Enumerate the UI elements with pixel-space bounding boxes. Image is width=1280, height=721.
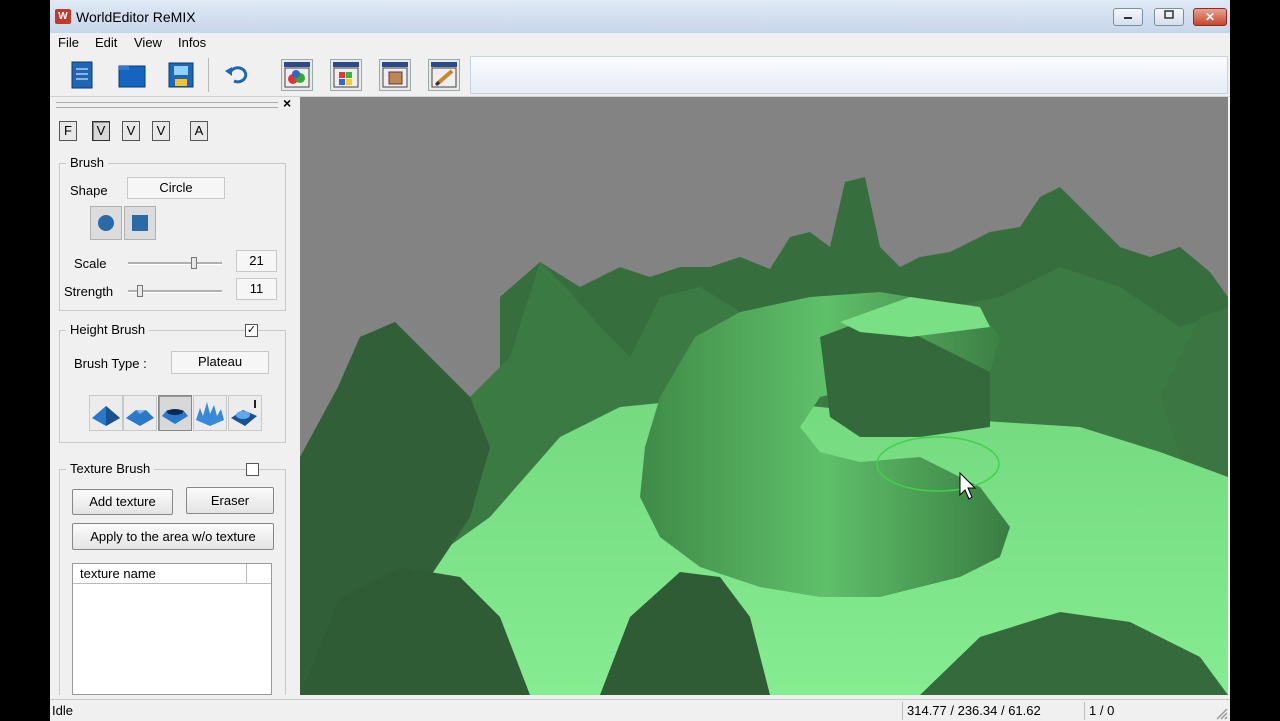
shape-value: Circle	[127, 177, 225, 199]
minimize-button[interactable]	[1113, 8, 1143, 26]
paint-brush-button[interactable]	[428, 59, 460, 91]
texture-palette-icon	[382, 62, 408, 88]
save-icon	[168, 62, 194, 88]
open-folder-icon	[118, 65, 146, 88]
menu-view[interactable]: View	[134, 35, 162, 50]
noise-brush-icon	[196, 402, 224, 426]
square-shape-icon	[132, 215, 148, 231]
apply-texture-button[interactable]: Apply to the area w/o texture	[72, 523, 274, 550]
texture-name-column[interactable]: texture name	[80, 566, 156, 581]
mode-button-v1[interactable]: V	[92, 121, 110, 141]
menu-edit[interactable]: Edit	[95, 35, 117, 50]
mode-button-f[interactable]: F	[59, 121, 77, 141]
page-indicator: 1 / 0	[1084, 702, 1214, 720]
height-brush-group: Height Brush ✓ Brush Type : Plateau	[59, 322, 286, 443]
raise-brush-button[interactable]	[89, 395, 123, 431]
panel-close-button[interactable]: ×	[283, 95, 291, 111]
texture-brush-legend: Texture Brush	[66, 461, 155, 476]
undo-icon	[225, 66, 248, 84]
mode-button-a[interactable]: A	[190, 121, 208, 141]
new-button[interactable]	[66, 59, 98, 91]
terrain-palette-button[interactable]	[330, 59, 362, 91]
status-text: Idle	[52, 703, 73, 718]
strength-value[interactable]: 11	[236, 278, 277, 300]
close-icon: ✕	[1204, 10, 1216, 24]
texture-list[interactable]: texture name	[72, 563, 272, 695]
palette-toolbar	[470, 56, 1228, 94]
texture-list-header: texture name	[73, 564, 271, 584]
maximize-icon	[1164, 10, 1174, 19]
app-logo-icon: W	[55, 9, 71, 24]
objects-palette-icon	[284, 62, 310, 88]
scale-value[interactable]: 21	[236, 250, 277, 272]
brush-type-value: Plateau	[171, 351, 269, 374]
menu-infos[interactable]: Infos	[178, 35, 206, 50]
terrain-palette-icon	[333, 62, 359, 88]
panel-grip[interactable]	[56, 102, 278, 108]
undo-button[interactable]	[222, 59, 254, 91]
smooth-brush-button[interactable]	[123, 395, 157, 431]
app-window: W WorldEditor ReMIX ✕ File Edit View Inf…	[50, 0, 1230, 721]
resize-grip-icon[interactable]	[1214, 706, 1228, 720]
texture-brush-checkbox[interactable]	[246, 463, 259, 476]
height-brush-legend: Height Brush	[66, 322, 150, 337]
save-button[interactable]	[165, 59, 197, 91]
menu-file[interactable]: File	[58, 35, 79, 50]
brush-panel: × F V V V A Brush Shape Circle Scale 21 …	[50, 95, 300, 695]
add-texture-button[interactable]: Add texture	[72, 489, 173, 515]
smooth-brush-icon	[126, 410, 154, 426]
scale-slider[interactable]	[128, 262, 222, 265]
menu-bar: File Edit View Infos	[50, 33, 1230, 53]
paint-brush-icon	[431, 62, 457, 88]
mode-button-v3[interactable]: V	[152, 121, 170, 141]
brush-group: Brush Shape Circle Scale 21 Strength 11	[59, 155, 286, 311]
strength-label: Strength	[64, 284, 114, 299]
strength-slider-thumb[interactable]	[137, 285, 143, 297]
brush-type-label: Brush Type :	[74, 356, 147, 371]
cursor-coordinates: 314.77 / 236.34 / 61.62	[902, 702, 1084, 720]
new-document-icon	[71, 61, 93, 89]
scale-slider-thumb[interactable]	[191, 257, 197, 269]
height-brush-checkbox[interactable]: ✓	[245, 324, 258, 337]
maximize-button[interactable]	[1154, 8, 1184, 26]
scale-label: Scale	[74, 256, 107, 271]
terrain-viewport[interactable]	[300, 97, 1228, 695]
mode-button-v2[interactable]: V	[122, 121, 140, 141]
minimize-icon	[1124, 17, 1132, 19]
circle-shape-icon	[98, 215, 114, 231]
window-title: WorldEditor ReMIX	[76, 9, 196, 25]
eraser-button[interactable]: Eraser	[186, 487, 274, 514]
erase-brush-icon	[231, 400, 257, 426]
close-window-button[interactable]: ✕	[1193, 8, 1227, 26]
plateau-brush-button[interactable]	[158, 395, 192, 431]
terrain-render[interactable]	[300, 97, 1228, 695]
status-bar: Idle 314.77 / 236.34 / 61.62 1 / 0	[50, 699, 1230, 721]
erase-brush-button[interactable]	[228, 395, 262, 431]
noise-brush-button[interactable]	[193, 395, 227, 431]
column-divider	[246, 564, 247, 583]
title-bar[interactable]: W WorldEditor ReMIX ✕	[50, 0, 1230, 34]
objects-palette-button[interactable]	[281, 59, 313, 91]
shape-label: Shape	[70, 183, 108, 198]
toolbar-separator	[208, 58, 209, 92]
circle-shape-button[interactable]	[90, 206, 122, 240]
toolbar	[50, 54, 1230, 97]
brush-legend: Brush	[66, 155, 108, 170]
open-button[interactable]	[116, 59, 148, 91]
plateau-brush-icon	[162, 409, 188, 424]
raise-brush-icon	[92, 406, 120, 426]
square-shape-button[interactable]	[124, 206, 156, 240]
texture-palette-button[interactable]	[379, 59, 411, 91]
